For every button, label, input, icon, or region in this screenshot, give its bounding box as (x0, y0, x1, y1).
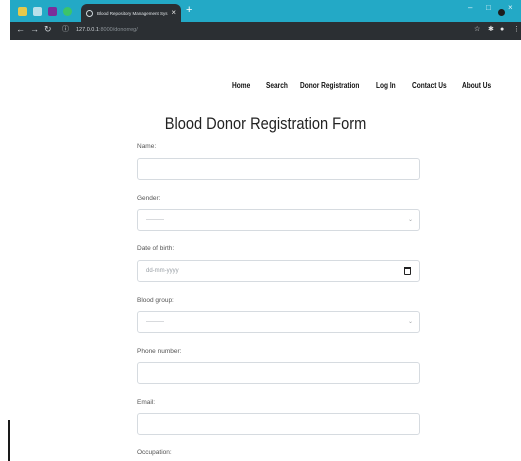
nav-home[interactable]: Home (232, 81, 250, 90)
bookmark-star-icon[interactable]: ☆ (474, 26, 480, 33)
desktop-edge (0, 0, 10, 461)
url-field[interactable]: 127.0.0.1:8000/donorreg/ (76, 27, 138, 33)
name-label: Name: (137, 143, 157, 150)
menu-icon[interactable]: ⋮ (513, 26, 520, 33)
browser-app-icon[interactable] (33, 6, 42, 16)
chevron-down-icon: ⌄ (407, 217, 413, 223)
browser-address-bar: ← → ↻ ⓘ 127.0.0.1:8000/donorreg/ ☆ ✱ ● ⋮ (10, 22, 521, 40)
dob-label: Date of birth: (137, 245, 175, 252)
folder-app-icon[interactable] (18, 6, 27, 16)
minimize-button[interactable]: – (468, 4, 472, 12)
phone-input[interactable] (137, 362, 420, 384)
reload-icon[interactable]: ↻ (44, 25, 52, 34)
blood-group-select-value: --------- (146, 319, 164, 325)
close-window-button[interactable]: × (508, 4, 513, 12)
blood-group-select[interactable]: --------- ⌄ (137, 311, 420, 333)
form-title: Blood Donor Registration Form (164, 114, 367, 133)
gender-select[interactable]: --------- ⌄ (137, 209, 420, 231)
top-navigation: Home Search Donor Registration Log In Co… (10, 81, 521, 93)
back-arrow-icon[interactable]: ← (16, 25, 25, 34)
dob-input[interactable]: dd-mm-yyyy (137, 260, 420, 282)
name-input[interactable] (137, 158, 420, 180)
gender-label: Gender: (137, 195, 161, 202)
profile-avatar[interactable] (498, 9, 505, 16)
pinned-apps (18, 5, 78, 17)
calendar-icon[interactable] (404, 267, 411, 275)
account-icon[interactable]: ● (500, 26, 504, 33)
nav-search[interactable]: Search (266, 81, 288, 90)
nav-contact-us[interactable]: Contact Us (412, 81, 447, 90)
new-tab-button[interactable]: + (186, 5, 192, 16)
blood-group-label: Blood group: (137, 297, 174, 304)
tab-title: Blood Repository Management Sys (97, 10, 168, 16)
nav-donor-registration[interactable]: Donor Registration (300, 81, 359, 90)
tab-close-icon[interactable]: × (171, 9, 176, 17)
gender-select-value: --------- (146, 217, 164, 223)
chevron-down-icon: ⌄ (407, 319, 413, 325)
media-app-icon[interactable] (48, 6, 57, 16)
email-input[interactable] (137, 413, 420, 435)
extensions-icon[interactable]: ✱ (488, 26, 494, 33)
nav-about-us[interactable]: About Us (462, 81, 491, 90)
globe-icon (86, 9, 93, 17)
maximize-button[interactable]: □ (486, 4, 491, 12)
dob-placeholder: dd-mm-yyyy (146, 268, 179, 274)
info-icon[interactable]: ⓘ (62, 26, 69, 33)
occupation-label: Occupation: (137, 449, 172, 456)
browser-tab-bar: Blood Repository Management Sys × + – □ … (10, 0, 521, 22)
email-label: Email: (137, 399, 156, 406)
browser-tab[interactable]: Blood Repository Management Sys × (81, 4, 181, 22)
forward-arrow-icon[interactable]: → (30, 25, 39, 34)
url-host: 127.0.0.1 (76, 27, 99, 33)
nav-log-in[interactable]: Log In (376, 81, 396, 90)
phone-label: Phone number: (137, 348, 182, 355)
url-path: :8000/donorreg/ (98, 27, 138, 33)
page-content: Home Search Donor Registration Log In Co… (10, 40, 521, 461)
whatsapp-icon[interactable] (63, 6, 72, 16)
